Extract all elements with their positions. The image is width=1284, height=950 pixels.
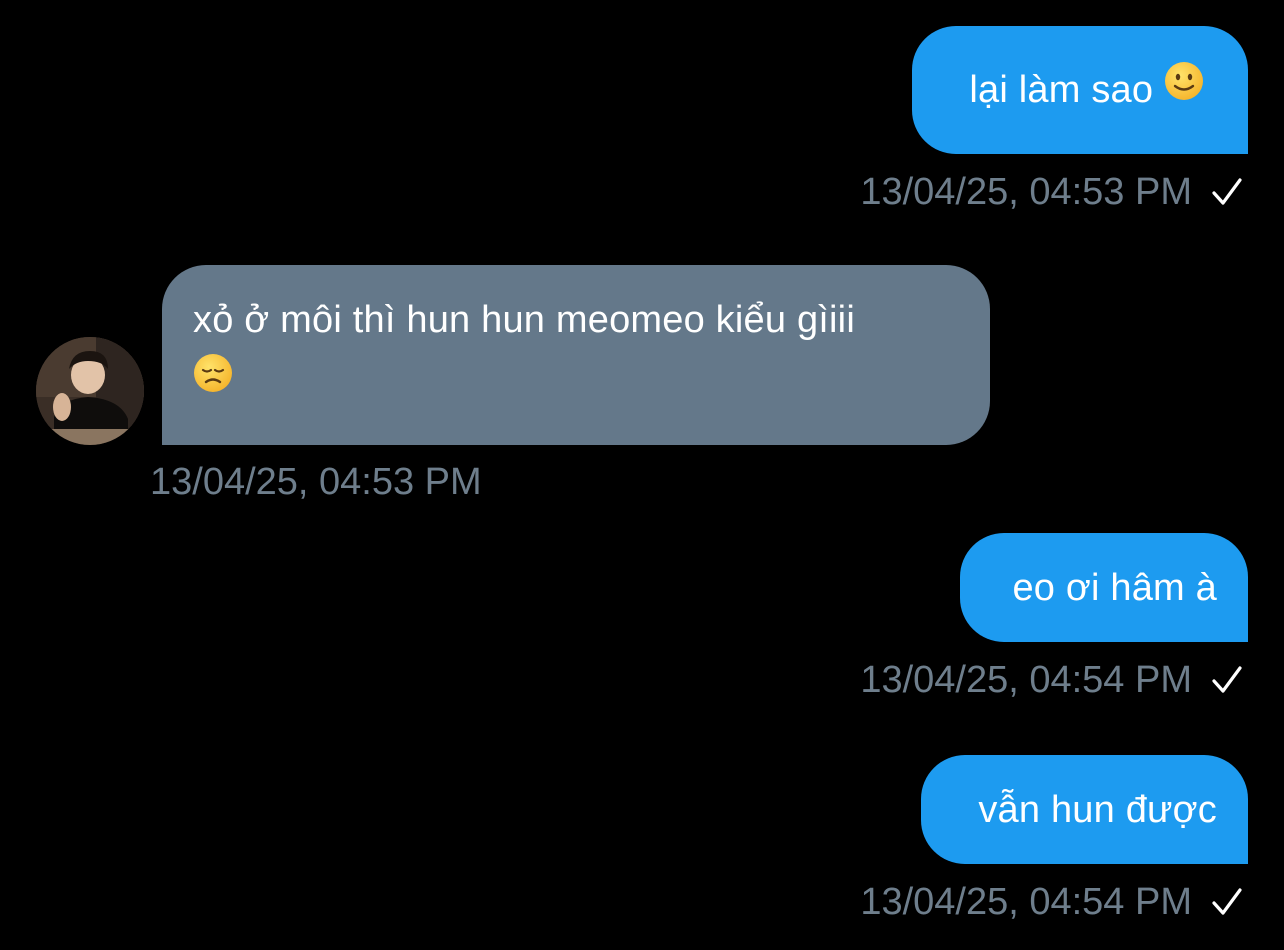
message-timestamp: 13/04/25, 04:53 PM — [860, 170, 1244, 214]
sender-avatar[interactable] — [36, 337, 144, 445]
message-text: vẫn hun được — [978, 789, 1217, 831]
disappointed-face-icon — [193, 350, 233, 412]
message-bubble-incoming[interactable]: xỏ ở môi thì hun hun meomeo kiểu gìiii — [162, 265, 990, 445]
checkmark-icon — [1212, 666, 1242, 693]
message-text: xỏ ở môi thì hun hun meomeo kiểu gìiii — [193, 299, 855, 341]
message-bubble-outgoing[interactable]: eo ơi hâm à — [960, 533, 1248, 642]
checkmark-icon — [1212, 888, 1242, 915]
message-text: eo ơi hâm à — [1012, 567, 1217, 609]
message-text: lại làm sao — [969, 69, 1154, 111]
message-bubble-outgoing[interactable]: vẫn hun được — [921, 755, 1248, 864]
message-bubble-outgoing[interactable]: lại làm sao — [912, 26, 1248, 154]
message-timestamp: 13/04/25, 04:54 PM — [860, 658, 1244, 702]
message-timestamp: 13/04/25, 04:53 PM — [150, 461, 482, 503]
slightly-smiling-face-icon — [1164, 58, 1204, 120]
message-timestamp: 13/04/25, 04:54 PM — [860, 880, 1244, 924]
checkmark-icon — [1212, 178, 1242, 205]
